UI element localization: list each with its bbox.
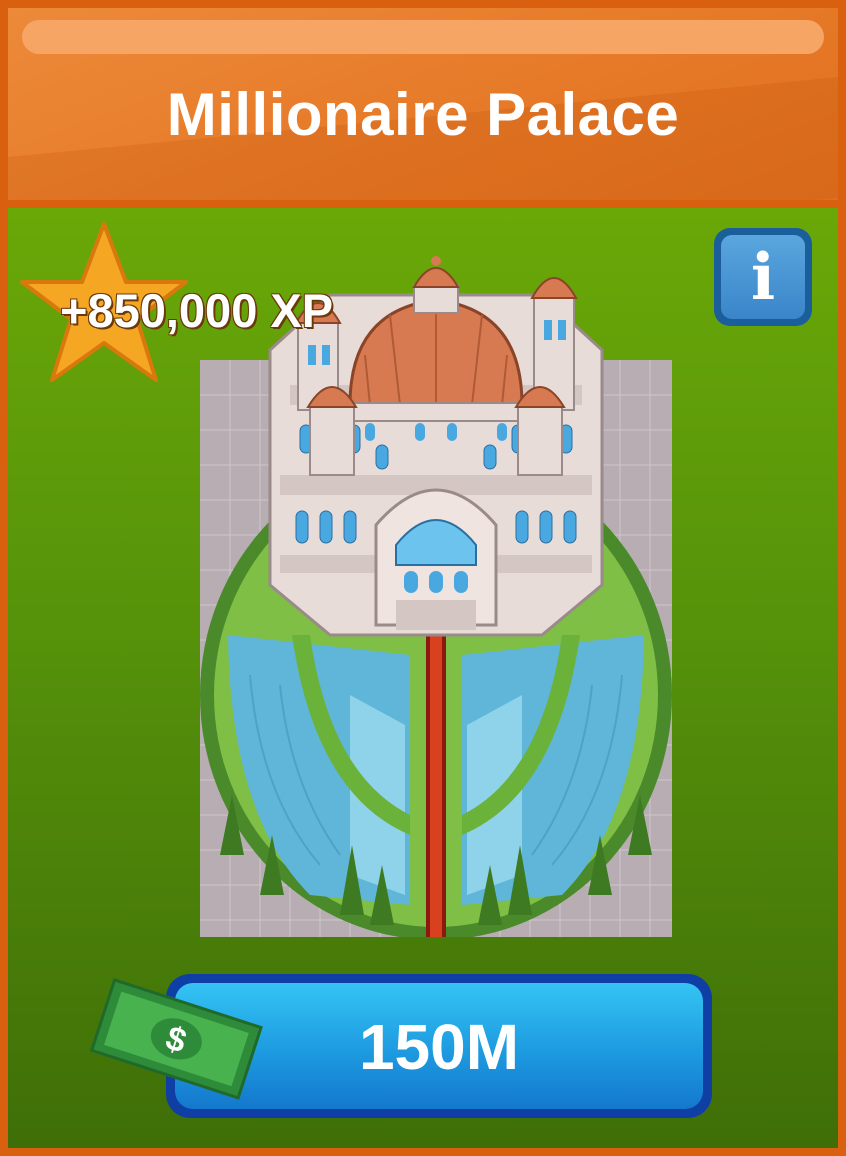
title-bar-highlight [22, 20, 824, 54]
cash-bill-icon: $ [89, 978, 263, 1100]
info-button[interactable]: i [714, 228, 812, 326]
building-card: Millionaire Palace +850,000 XP i 150M $ [0, 0, 846, 1156]
building-title: Millionaire Palace [166, 81, 680, 148]
xp-reward-label: +850,000 XP [60, 284, 334, 337]
building-illustration [200, 256, 672, 937]
info-icon: i [750, 240, 776, 315]
info-button-face[interactable]: i [721, 235, 805, 319]
